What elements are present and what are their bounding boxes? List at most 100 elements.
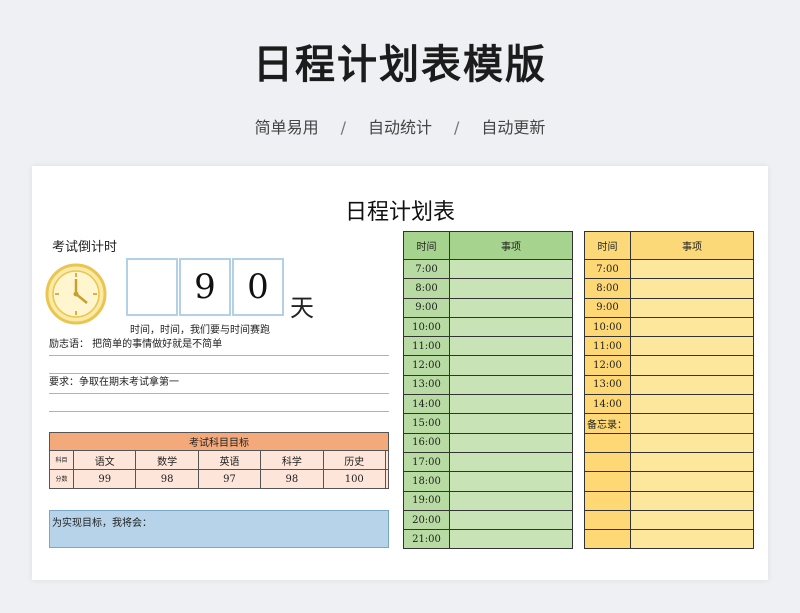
memo-time-cell[interactable] (584, 451, 631, 473)
schedule-row: 15:00 (403, 413, 573, 434)
countdown-digit[interactable]: 0 (232, 258, 284, 316)
memo-time-cell[interactable] (584, 471, 631, 492)
memo-row (584, 509, 754, 531)
time-cell: 11:00 (584, 336, 631, 357)
item-header: 事项 (630, 231, 754, 260)
time-cell: 8:00 (403, 278, 450, 299)
memo-time-cell[interactable] (584, 509, 631, 531)
item-cell[interactable] (630, 297, 754, 318)
item-cell[interactable] (630, 394, 754, 415)
schedule-row: 7:00 (584, 258, 754, 280)
memo-cell[interactable] (630, 471, 754, 492)
subject-name[interactable]: 数学 (135, 450, 199, 470)
memo-cell[interactable] (630, 451, 754, 473)
subject-name[interactable] (384, 450, 390, 470)
item-cell[interactable] (449, 316, 573, 338)
subject-name[interactable]: 语文 (72, 450, 137, 470)
item-cell[interactable] (449, 355, 573, 376)
schedule-row: 13:00 (584, 374, 754, 396)
time-header: 时间 (584, 231, 631, 260)
feature-separator: / (454, 118, 460, 137)
countdown-digit[interactable]: 9 (179, 258, 231, 316)
hero-title: 日程计划表模版 (253, 42, 547, 88)
memo-row (584, 529, 754, 550)
item-cell[interactable] (449, 258, 573, 280)
feature-2: 自动统计 (367, 118, 432, 137)
schedule-row: 9:00 (584, 297, 754, 318)
item-cell[interactable] (449, 490, 573, 511)
subject-score[interactable]: 99 (72, 469, 137, 489)
schedule-row: 13:00 (403, 374, 573, 396)
subject-name[interactable]: 历史 (322, 450, 386, 470)
item-cell[interactable] (449, 451, 573, 473)
item-cell[interactable] (449, 413, 573, 434)
item-cell[interactable] (630, 355, 754, 376)
goal-box[interactable]: 为实现目标，我将会： (49, 510, 389, 548)
schedule-row: 18:00 (403, 471, 573, 492)
item-cell[interactable] (449, 432, 573, 453)
time-cell: 8:00 (584, 278, 631, 299)
score-row-label: 分数 (49, 469, 74, 489)
countdown-label: 考试倒计时 (52, 240, 118, 255)
item-cell[interactable] (630, 316, 754, 338)
item-cell[interactable] (449, 374, 573, 396)
requirement-line[interactable]: 要求：争取在期末考试拿第一 (49, 374, 389, 394)
hero-features: 简单易用 / 自动统计 / 自动更新 (0, 114, 800, 138)
time-cell: 7:00 (403, 258, 450, 280)
subject-row-label: 科目 (49, 450, 74, 470)
clock-icon (45, 263, 107, 325)
item-cell[interactable] (449, 471, 573, 492)
schedule-row: 8:00 (584, 278, 754, 299)
time-cell: 10:00 (584, 316, 631, 338)
memo-cell[interactable] (630, 432, 754, 453)
memo-cell[interactable] (630, 413, 754, 434)
memo-row: 备忘录： (584, 413, 754, 434)
subject-target-table: 考试科目目标 科目 语文 数学 英语 科学 历史 分数 99 98 97 98 … (49, 432, 390, 489)
time-cell: 14:00 (403, 394, 450, 415)
subject-score[interactable] (384, 469, 390, 489)
item-cell[interactable] (449, 297, 573, 318)
subject-score[interactable]: 97 (197, 469, 262, 489)
item-cell[interactable] (449, 278, 573, 299)
schedule-row: 20:00 (403, 509, 573, 531)
time-cell: 12:00 (584, 355, 631, 376)
item-cell[interactable] (630, 374, 754, 396)
memo-time-cell[interactable] (584, 529, 631, 550)
motto-text: 励志语： 把简单的事情做好就是不简单 (49, 339, 223, 350)
item-cell[interactable] (449, 394, 573, 415)
memo-time-cell[interactable] (584, 432, 631, 453)
schedule-row: 10:00 (403, 316, 573, 338)
memo-cell[interactable] (630, 490, 754, 511)
item-cell[interactable] (449, 336, 573, 357)
item-cell[interactable] (630, 278, 754, 299)
memo-row (584, 451, 754, 473)
memo-label: 备忘录： (584, 413, 631, 434)
blank-line[interactable] (49, 354, 389, 374)
subject-score[interactable]: 98 (135, 469, 199, 489)
blank-line[interactable] (49, 392, 389, 412)
time-cell: 18:00 (403, 471, 450, 492)
memo-cell[interactable] (630, 529, 754, 550)
item-cell[interactable] (630, 258, 754, 280)
subject-score[interactable]: 98 (260, 469, 324, 489)
memo-cell[interactable] (630, 509, 754, 531)
item-cell[interactable] (449, 509, 573, 531)
schedule-row: 8:00 (403, 278, 573, 299)
subject-name[interactable]: 英语 (197, 450, 262, 470)
schedule-row: 21:00 (403, 529, 573, 550)
time-cell: 9:00 (403, 297, 450, 318)
feature-separator: / (340, 118, 346, 137)
memo-time-cell[interactable] (584, 490, 631, 511)
item-cell[interactable] (630, 336, 754, 357)
item-cell[interactable] (449, 529, 573, 550)
time-cell: 17:00 (403, 451, 450, 473)
countdown-digit[interactable] (126, 258, 178, 316)
subject-score[interactable]: 100 (322, 469, 386, 489)
item-header: 事项 (449, 231, 573, 260)
subject-name[interactable]: 科学 (260, 450, 324, 470)
goal-label: 为实现目标，我将会： (52, 518, 152, 529)
time-header: 时间 (403, 231, 450, 260)
motto-line[interactable]: 励志语： 把简单的事情做好就是不简单 (49, 336, 389, 356)
schedule-row: 17:00 (403, 451, 573, 473)
time-cell: 12:00 (403, 355, 450, 376)
